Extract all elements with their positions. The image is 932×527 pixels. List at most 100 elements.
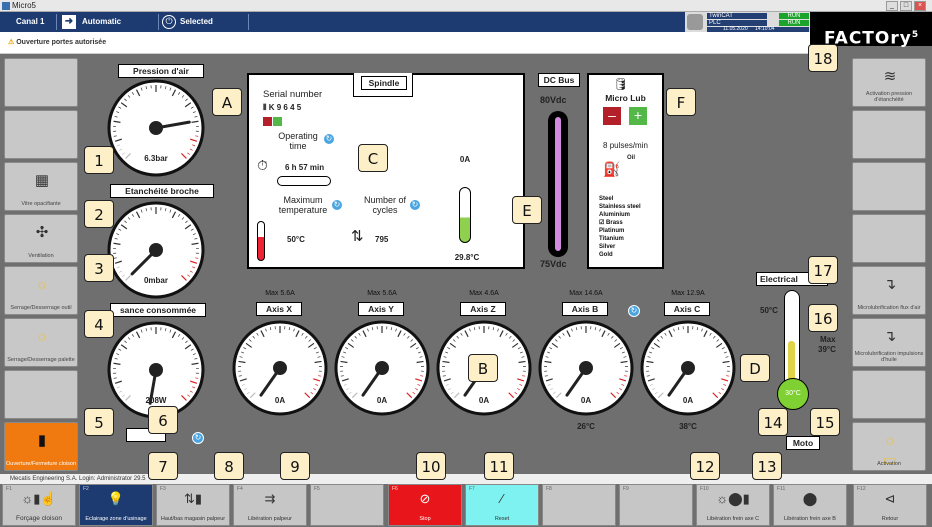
spindle-title: Spindle (361, 76, 407, 90)
fkey-frein-axe-c[interactable]: F10 ☼⬤▮ Libération frein axe C (696, 484, 770, 526)
power-title: sance consommée (110, 303, 206, 317)
axis-y-value: 0A (376, 396, 388, 405)
dc-bus-panel: DC Bus 80Vdc 75Vdc (538, 73, 580, 269)
axis-x-title: Axis X (256, 302, 302, 316)
fkey-liberation-palpeur[interactable]: F4 ⇉ Libération palpeur (233, 484, 307, 526)
material-silver[interactable]: Silver (599, 243, 641, 251)
serial-number: K 9 6 4 5 (268, 103, 302, 112)
dc-bus-min: 75Vdc (540, 259, 567, 269)
stopwatch-icon: ⏱ (257, 157, 268, 173)
cycles-reset-icon[interactable]: ↻ (409, 199, 421, 211)
lightbulb-icon: 💡 (107, 491, 125, 506)
axis-c-max: Max 12.9A (671, 290, 705, 297)
serial-value: ⦀ K 9 6 4 5 (263, 103, 301, 113)
pulses-value: 8 pulses/min (603, 141, 648, 150)
electrical-max-temp: 50°C (760, 306, 778, 315)
op-time-reset-icon[interactable]: ↻ (323, 133, 335, 145)
dc-bus-title: DC Bus (538, 73, 580, 87)
axis-z-max: Max 4.6A (469, 290, 499, 297)
axis-b-reset-icon[interactable]: ↻ (628, 305, 640, 317)
callout-d: D (740, 354, 770, 382)
cloison-reset-icon[interactable]: ↻ (192, 432, 204, 444)
callout-10: 10 (416, 452, 446, 480)
serial-increment-icon[interactable] (273, 117, 282, 126)
axis-b-title: Axis B (562, 302, 608, 316)
door-hand-icon: ☼▮☝ (21, 491, 57, 506)
dc-bus-max: 80Vdc (540, 95, 567, 105)
cycle-arrows-icon: ⇅ (351, 228, 364, 245)
axis-x-value: 0A (274, 396, 286, 405)
fkey-frein-axe-b[interactable]: F11 ⬤ Libération frein axe B (773, 484, 847, 526)
fkey-forcage-cloison[interactable]: F1 ☼▮☝ Forçage cloison (2, 484, 76, 526)
fkey-eclairage[interactable]: F2 💡 Eclairage zone d'usinage (79, 484, 153, 526)
spindle-thermometer-icon (459, 187, 471, 243)
brake-c-icon: ☼⬤▮ (716, 491, 750, 506)
axis-y-max: Max 5.6A (367, 290, 397, 297)
callout-14: 14 (758, 408, 788, 436)
callout-c: C (358, 144, 388, 172)
spindle-current-value: 0A (459, 155, 471, 164)
fkey-magasin-palpeur[interactable]: F3 ⇅▮ Haut/bas magasin palpeur (156, 484, 230, 526)
callout-12: 12 (690, 452, 720, 480)
oil-label: Oil (627, 155, 636, 161)
material-stainless-steel[interactable]: Stainless steel (599, 203, 641, 211)
material-brass[interactable]: ☑ Brass (599, 219, 641, 227)
material-brass-label: Brass (606, 220, 623, 226)
probe-release-icon: ⇉ (264, 491, 276, 506)
axis-b-value: 0A (580, 396, 592, 405)
footer-strip: Mecatis Engineering S.A. Login: Administ… (0, 474, 932, 484)
material-titanium[interactable]: Titanium (599, 235, 641, 243)
axis-c-value: 0A (682, 396, 694, 405)
fkey-reset[interactable]: F7 ⁄ Reset (465, 484, 539, 526)
callout-15: 15 (810, 408, 840, 436)
material-aluminium[interactable]: Aluminium (599, 211, 641, 219)
callout-16: 16 (808, 304, 838, 332)
spindle-temp-value: 29.8°C (454, 253, 480, 262)
callout-17: 17 (808, 256, 838, 284)
serial-decrement-icon[interactable] (263, 117, 272, 126)
microlub-increment-button[interactable]: + (629, 107, 647, 125)
fkey-retour[interactable]: F12 ⊲ Retour (853, 484, 927, 526)
max-temp-reset-icon[interactable]: ↻ (331, 199, 343, 211)
microlub-panel: 🛢 Micro Lub – + 8 pulses/min Oil ⛽ Steel… (587, 73, 664, 269)
fkey-5[interactable]: F5 (310, 484, 384, 526)
axis-b-max: Max 14.6A (569, 290, 603, 297)
company-label: Mecatis Engineering S.A. (10, 476, 78, 482)
op-time-value: 6 h 57 min (285, 163, 325, 172)
materials-list: Steel Stainless steel Aluminium ☑ Brass … (599, 195, 641, 259)
callout-2: 2 (84, 200, 114, 228)
fkey-9[interactable]: F9 (619, 484, 693, 526)
axis-z-value: 0A (478, 396, 490, 405)
callout-11: 11 (484, 452, 514, 480)
axis-z-title: Axis Z (460, 302, 506, 316)
microlub-title: Micro Lub (605, 93, 646, 103)
material-steel[interactable]: Steel (599, 195, 641, 203)
axis-y-title: Axis Y (358, 302, 404, 316)
max-temp-thermometer-icon (257, 221, 265, 261)
reset-icon: ⁄ (500, 491, 504, 506)
fkey-8[interactable]: F8 (542, 484, 616, 526)
callout-9: 9 (280, 452, 310, 480)
serial-label: Serial number (263, 89, 323, 100)
check-icon: ☑ (599, 220, 607, 226)
callout-e: E (512, 196, 542, 224)
fkey-stop[interactable]: F6 ⊘ Stop (388, 484, 462, 526)
electrical-current-label: Max (820, 335, 836, 344)
air-pressure-value: 6.3bar (144, 154, 168, 163)
axis-c-temp: 38°C (679, 422, 697, 431)
probe-magazine-icon: ⇅▮ (183, 491, 203, 506)
material-gold[interactable]: Gold (599, 251, 641, 259)
callout-18: 18 (808, 44, 838, 72)
microlub-decrement-button[interactable]: – (603, 107, 621, 125)
user-label: Login: Administrator (79, 476, 133, 482)
callout-6: 6 (148, 406, 178, 434)
axis-b-temp: 26°C (577, 422, 595, 431)
callout-8: 8 (214, 452, 244, 480)
stop-icon: ⊘ (419, 491, 431, 506)
axis-c-title: Axis C (664, 302, 710, 316)
material-platinum[interactable]: Platinum (599, 227, 641, 235)
version-label: 29.5 (133, 476, 146, 482)
callout-13: 13 (752, 452, 782, 480)
brake-b-icon: ⬤ (802, 491, 818, 506)
callout-a: A (212, 88, 242, 116)
